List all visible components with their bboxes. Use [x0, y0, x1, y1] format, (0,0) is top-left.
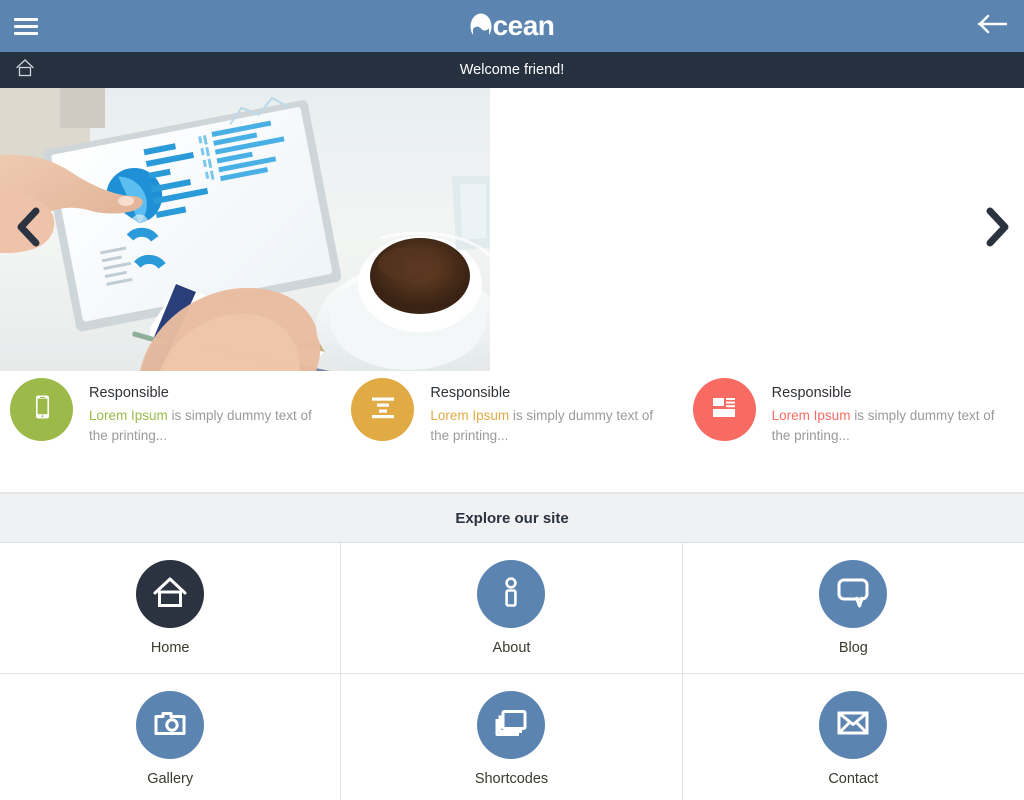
brand-logo: cean [470, 12, 555, 40]
hero-slider[interactable] [0, 88, 1024, 371]
grid-item-label: Contact [828, 771, 879, 787]
grid-item-label: About [492, 640, 531, 656]
envelope-icon [834, 707, 872, 744]
back-button[interactable] [966, 0, 1018, 52]
grid-icon-circle [477, 691, 546, 759]
chevron-left-icon [14, 207, 44, 252]
speech-bubble-icon [834, 575, 872, 614]
home-icon [151, 574, 189, 615]
feature-card[interactable]: Responsible Lorem Ipsum is simply dummy … [341, 371, 682, 446]
home-shortcut-button[interactable] [0, 52, 50, 88]
chevron-right-icon [982, 207, 1012, 252]
camera-icon [151, 706, 189, 745]
feature-highlight: Lorem Ipsum [89, 408, 168, 423]
grid-icon-circle [136, 560, 205, 628]
feature-text: Responsible Lorem Ipsum is simply dummy … [430, 378, 655, 446]
grid-icon-circle [819, 560, 888, 628]
grid-item-blog[interactable]: Blog [682, 543, 1024, 674]
feature-icon-circle [351, 378, 415, 441]
grid-item-label: Blog [838, 640, 868, 656]
brand-name: cean [492, 10, 555, 41]
grid-item-contact[interactable]: Contact [682, 674, 1024, 800]
feature-description: Lorem Ipsum is simply dummy text of the … [89, 406, 314, 446]
grid-item-about[interactable]: About [341, 543, 683, 674]
grid-item-label: Shortcodes [474, 771, 549, 787]
text-align-center-icon [367, 392, 399, 427]
app-header: cean [0, 0, 1024, 52]
grid-icon-circle [136, 691, 205, 759]
page-layout-icon [708, 392, 740, 427]
feature-highlight: Lorem Ipsum [771, 408, 851, 423]
feature-card[interactable]: Responsible Lorem Ipsum is simply dummy … [683, 371, 1024, 446]
feature-title: Responsible [89, 385, 169, 401]
arrow-left-icon [977, 13, 1009, 40]
feature-description: Lorem Ipsum is simply dummy text of the … [772, 406, 997, 446]
grid-icon-circle [819, 691, 888, 759]
grid-item-home[interactable]: Home [0, 543, 342, 674]
feature-icon-circle [692, 378, 756, 441]
feature-title: Responsible [771, 385, 852, 401]
feature-text: Responsible Lorem Ipsum is simply dummy … [772, 378, 997, 446]
grid-icon-circle [477, 560, 546, 628]
feature-card[interactable]: Responsible Lorem Ipsum is simply dummy … [0, 371, 341, 446]
feature-title: Responsible [430, 385, 511, 401]
windows-stack-icon [492, 706, 530, 745]
feature-cards: Responsible Lorem Ipsum is simply dummy … [0, 371, 1024, 493]
feature-icon-circle [10, 378, 73, 441]
slider-prev-button[interactable] [2, 203, 56, 257]
welcome-message: Welcome friend! [459, 62, 565, 78]
feature-description: Lorem Ipsum is simply dummy text of the … [430, 406, 655, 446]
ocean-o-icon [470, 13, 492, 40]
menu-button[interactable] [0, 0, 52, 52]
grid-item-label: Gallery [147, 771, 194, 787]
feature-highlight: Lorem Ipsum [430, 408, 510, 423]
hamburger-icon [14, 14, 38, 39]
grid-item-shortcodes[interactable]: Shortcodes [341, 674, 683, 800]
slider-next-button[interactable] [970, 203, 1024, 257]
mobile-phone-icon [27, 392, 57, 427]
grid-item-gallery[interactable]: Gallery [0, 674, 342, 800]
grid-item-label: Home [150, 640, 190, 656]
home-outline-icon [15, 58, 35, 83]
slide-image [0, 88, 490, 371]
navigation-grid: Home About Blog Gallery Shortcodes Conta… [0, 543, 1024, 800]
explore-title: Explore our site [455, 509, 569, 527]
welcome-bar: Welcome friend! [0, 52, 1024, 88]
explore-section-header: Explore our site [0, 493, 1024, 543]
feature-text: Responsible Lorem Ipsum is simply dummy … [89, 378, 314, 446]
info-icon [494, 574, 528, 615]
